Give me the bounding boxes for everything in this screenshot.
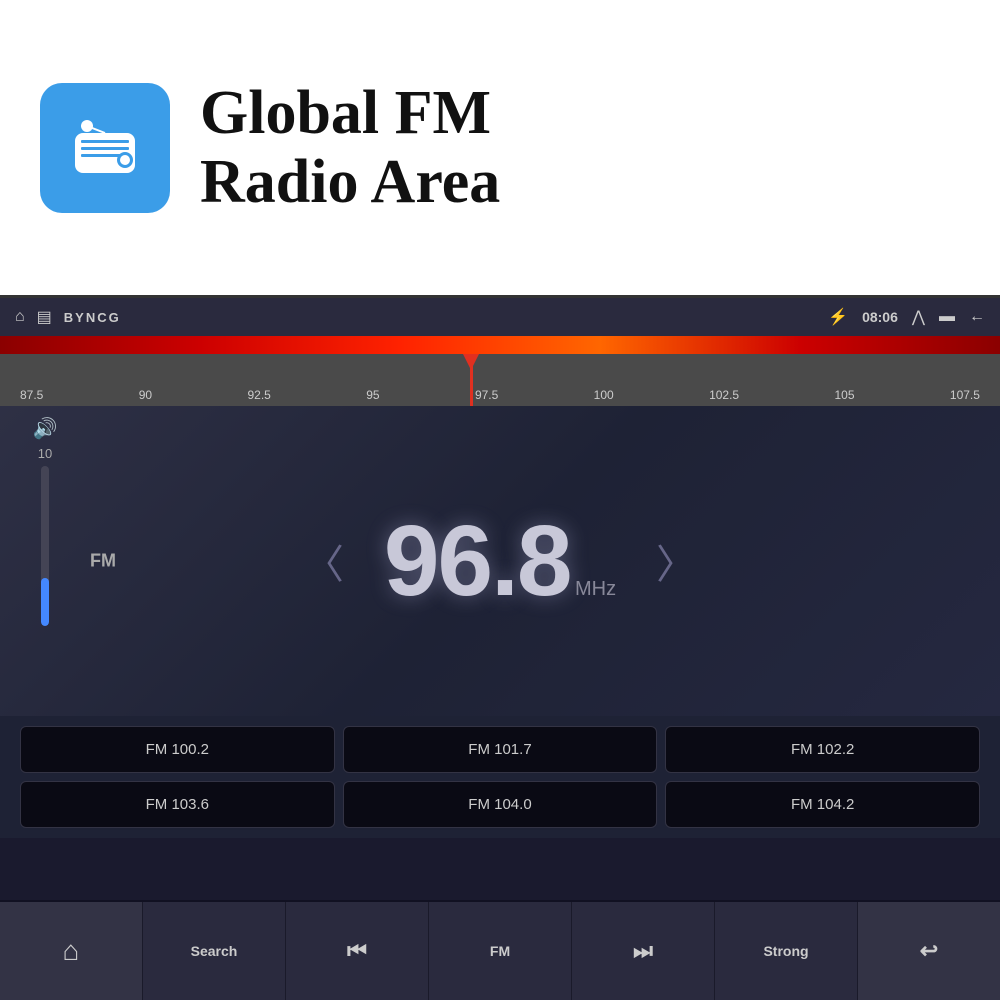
presets-grid: FM 100.2 FM 101.7 FM 102.2 FM 103.6 FM 1… — [20, 726, 980, 828]
ruler-label-1075: 107.5 — [950, 388, 980, 402]
search-button[interactable]: Search — [143, 902, 286, 1000]
home-status-icon: ⌂ — [15, 308, 25, 326]
bluetooth-icon: ⚡ — [828, 307, 848, 327]
menu-status-icon: ▤ — [37, 307, 52, 327]
band-display: FM — [90, 551, 116, 572]
radio-screen: ⌂ ▤ BYNCG ⚡ 08:06 ⋀ ▬ ← 87.5 90 92.5 95 … — [0, 295, 1000, 1000]
radio-icon — [65, 108, 145, 188]
tuner-gradient — [0, 336, 1000, 354]
volume-section: 🔊 10 — [15, 406, 75, 716]
radio-main: 🔊 10 FM 〈 96.8 MHz 〉 — [0, 406, 1000, 716]
back-status-icon: ← — [969, 308, 985, 326]
tuner-bar[interactable]: 87.5 90 92.5 95 97.5 100 102.5 105 107.5 — [0, 336, 1000, 406]
search-label: Search — [191, 943, 238, 959]
brand-label: BYNCG — [64, 310, 121, 325]
volume-level: 10 — [38, 446, 52, 461]
freq-number: 96.8 MHz — [384, 511, 616, 611]
ruler-label-90: 90 — [139, 388, 152, 402]
app-header: Global FM Radio Area — [0, 0, 1000, 295]
prev-button[interactable]: ⏮ — [286, 902, 429, 1000]
status-left: ⌂ ▤ BYNCG — [15, 307, 121, 327]
ruler-label-100: 100 — [594, 388, 614, 402]
clock: 08:06 — [862, 309, 898, 325]
volume-bar[interactable] — [41, 466, 49, 626]
status-bar: ⌂ ▤ BYNCG ⚡ 08:06 ⋀ ▬ ← — [0, 298, 1000, 336]
strong-button[interactable]: Strong — [715, 902, 858, 1000]
status-right: ⚡ 08:06 ⋀ ▬ ← — [828, 307, 985, 327]
app-icon — [40, 83, 170, 213]
freq-prev-arrow[interactable]: 〈 — [294, 522, 354, 600]
home-icon: ⌂ — [63, 935, 80, 967]
back-icon: ↩ — [920, 938, 938, 964]
preset-6[interactable]: FM 104.2 — [665, 781, 980, 828]
ruler-label-1025: 102.5 — [709, 388, 739, 402]
preset-1[interactable]: FM 100.2 — [20, 726, 335, 773]
ruler-label-95: 95 — [366, 388, 379, 402]
ruler-label-875: 87.5 — [20, 388, 43, 402]
band-button[interactable]: FM — [429, 902, 572, 1000]
ruler-label-105: 105 — [834, 388, 854, 402]
preset-2[interactable]: FM 101.7 — [343, 726, 658, 773]
tuner-ruler: 87.5 90 92.5 95 97.5 100 102.5 105 107.5 — [0, 354, 1000, 406]
ruler-labels: 87.5 90 92.5 95 97.5 100 102.5 105 107.5 — [0, 388, 1000, 402]
next-icon: ⏭ — [633, 938, 653, 964]
next-button[interactable]: ⏭ — [572, 902, 715, 1000]
expand-icon: ⋀ — [912, 307, 925, 327]
needle-line — [470, 354, 473, 406]
ruler-label-925: 92.5 — [247, 388, 270, 402]
preset-4[interactable]: FM 103.6 — [20, 781, 335, 828]
band-label: FM — [490, 943, 510, 959]
frequency-value: 96.8 — [384, 505, 571, 617]
volume-fill — [41, 578, 49, 626]
frequency-unit: MHz — [575, 578, 616, 600]
strong-label: Strong — [763, 943, 808, 959]
prev-icon: ⏮ — [347, 938, 367, 964]
volume-icon: 🔊 — [33, 416, 58, 441]
preset-5[interactable]: FM 104.0 — [343, 781, 658, 828]
tuner-needle — [470, 336, 473, 406]
app-title: Global FM Radio Area — [200, 79, 500, 215]
presets-section: FM 100.2 FM 101.7 FM 102.2 FM 103.6 FM 1… — [0, 716, 1000, 838]
preset-3[interactable]: FM 102.2 — [665, 726, 980, 773]
screen-icon: ▬ — [939, 308, 955, 326]
control-bar: ⌂ Search ⏮ FM ⏭ Strong ↩ — [0, 900, 1000, 1000]
back-button[interactable]: ↩ — [858, 902, 1000, 1000]
freq-next-arrow[interactable]: 〉 — [646, 522, 706, 600]
ruler-label-975: 97.5 — [475, 388, 498, 402]
home-button[interactable]: ⌂ — [0, 902, 143, 1000]
freq-display: 〈 96.8 MHz 〉 — [294, 511, 706, 611]
